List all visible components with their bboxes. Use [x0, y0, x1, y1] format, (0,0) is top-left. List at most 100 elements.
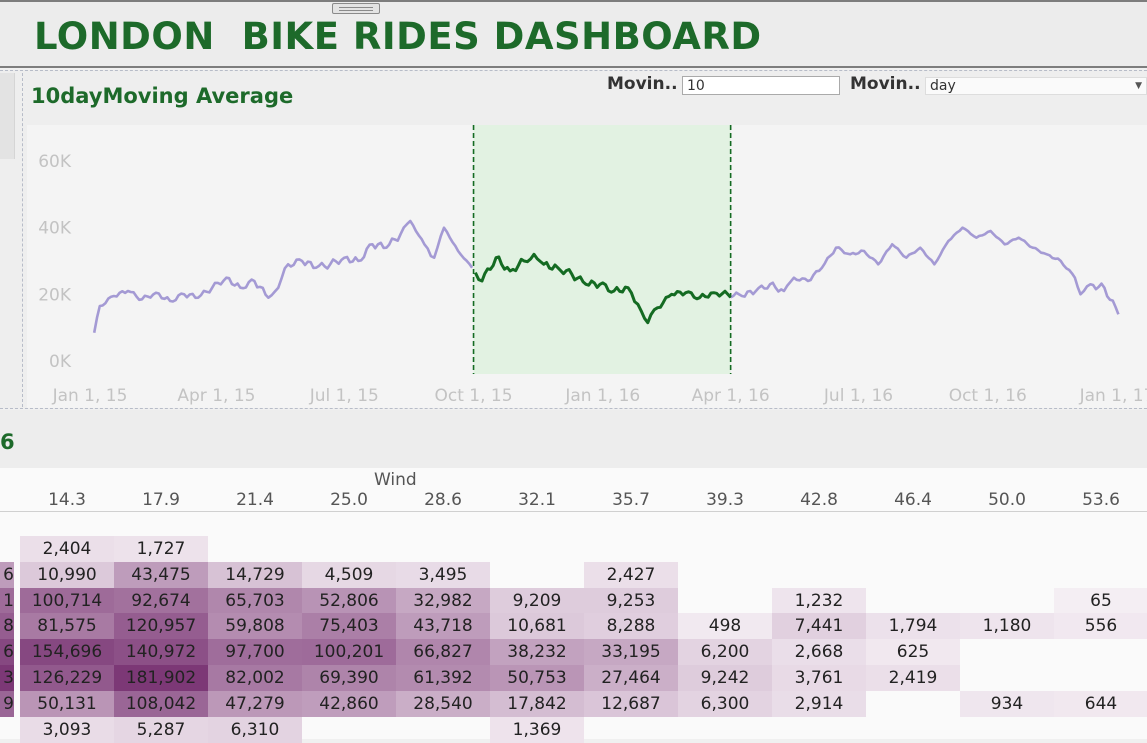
table-cell[interactable]: 934: [960, 690, 1054, 717]
table-cell[interactable]: 32,982: [396, 587, 490, 614]
table-cell[interactable]: [960, 665, 1054, 691]
table-cell[interactable]: 625: [866, 639, 960, 666]
table-cell[interactable]: 1,794: [866, 613, 960, 640]
table-cell[interactable]: 4,509: [302, 561, 396, 588]
table-cell[interactable]: 65,703: [208, 587, 302, 614]
column-header: 28.6: [424, 490, 462, 510]
table-cell[interactable]: 181,902: [114, 665, 208, 691]
table-cell[interactable]: [490, 536, 584, 562]
table-cell[interactable]: 1,180: [960, 613, 1054, 640]
table-cell[interactable]: [866, 536, 960, 562]
table-cell[interactable]: 2,419: [866, 665, 960, 691]
table-cell[interactable]: 2,404: [20, 536, 114, 562]
table-cell[interactable]: 65: [1054, 587, 1147, 614]
table-cell[interactable]: 75,403: [302, 613, 396, 640]
table-cell[interactable]: [208, 536, 302, 562]
x-tick-label: Apr 1, 16: [692, 386, 770, 406]
table-cell[interactable]: 3,761: [772, 665, 866, 691]
table-cell[interactable]: 43,718: [396, 613, 490, 640]
table-cell[interactable]: [1054, 536, 1147, 562]
table-cell[interactable]: 2,668: [772, 639, 866, 666]
table-cell[interactable]: 50,131: [20, 690, 114, 717]
table-cell[interactable]: [1054, 562, 1147, 588]
moving-unit-dropdown[interactable]: day ▼: [925, 77, 1147, 95]
table-cell[interactable]: 81,575: [20, 613, 114, 640]
table-cell[interactable]: [1054, 665, 1147, 691]
column-header: 46.4: [894, 490, 932, 510]
table-cell[interactable]: 38,232: [490, 639, 584, 666]
table-cell[interactable]: 126,229: [20, 665, 114, 691]
table-cell[interactable]: 28,540: [396, 690, 490, 717]
table-cell[interactable]: 120,957: [114, 613, 208, 640]
table-cell[interactable]: 82,002: [208, 665, 302, 691]
table-cell[interactable]: [960, 562, 1054, 588]
table-cell[interactable]: 47,279: [208, 690, 302, 717]
table-cell[interactable]: [866, 588, 960, 614]
table-cell[interactable]: 100,714: [20, 587, 114, 614]
table-cell[interactable]: [396, 536, 490, 562]
table-cell[interactable]: 50,753: [490, 665, 584, 691]
table-cell[interactable]: [866, 691, 960, 717]
table-cell[interactable]: 27,464: [584, 665, 678, 691]
table-cell[interactable]: 108,042: [114, 690, 208, 717]
table-cell[interactable]: 61,392: [396, 665, 490, 691]
table-cell[interactable]: 66,827: [396, 639, 490, 666]
table-cell[interactable]: 2,914: [772, 690, 866, 717]
table-cell[interactable]: [302, 536, 396, 562]
table-cell[interactable]: 556: [1054, 613, 1147, 640]
table-cell[interactable]: [678, 536, 772, 562]
row-label: 9: [0, 690, 14, 717]
table-cell[interactable]: 9,253: [584, 587, 678, 614]
table-cell[interactable]: [678, 588, 772, 614]
table-cell[interactable]: 6,200: [678, 639, 772, 666]
panel-side-strip: [0, 73, 15, 159]
table-cell[interactable]: 8,288: [584, 613, 678, 640]
table-cell[interactable]: 10,681: [490, 613, 584, 640]
table-cell[interactable]: 52,806: [302, 587, 396, 614]
table-cell[interactable]: 644: [1054, 690, 1147, 717]
y-tick-label: 0K: [49, 352, 72, 372]
table-cell[interactable]: 2,427: [584, 561, 678, 588]
table-cell[interactable]: 3,495: [396, 561, 490, 588]
table-cell[interactable]: 92,674: [114, 587, 208, 614]
table-cell[interactable]: [584, 536, 678, 562]
table-cell[interactable]: 69,390: [302, 665, 396, 691]
table-cell[interactable]: 498: [678, 613, 772, 640]
highlight-band: [473, 125, 731, 374]
moving-unit-value: day: [930, 78, 956, 94]
table-cell[interactable]: 140,972: [114, 639, 208, 666]
row-label: 3: [0, 665, 14, 691]
table-cell[interactable]: [678, 562, 772, 588]
table-cell[interactable]: 17,842: [490, 690, 584, 717]
header-divider: [0, 511, 1147, 512]
column-header: 39.3: [706, 490, 744, 510]
row-label: [0, 536, 14, 562]
table-cell[interactable]: 42,860: [302, 690, 396, 717]
table-cell[interactable]: 59,808: [208, 613, 302, 640]
table-cell[interactable]: 97,700: [208, 639, 302, 666]
table-cell[interactable]: 10,990: [20, 561, 114, 588]
table-cell[interactable]: 1,232: [772, 587, 866, 614]
table-cell[interactable]: 43,475: [114, 561, 208, 588]
table-cell[interactable]: 9,242: [678, 665, 772, 691]
table-cell[interactable]: 33,195: [584, 639, 678, 666]
table-cell[interactable]: [1054, 639, 1147, 665]
table-cell[interactable]: 1,727: [114, 536, 208, 562]
table-cell[interactable]: [490, 562, 584, 588]
table-cell[interactable]: [772, 536, 866, 562]
table-cell[interactable]: 7,441: [772, 613, 866, 640]
table-cell[interactable]: 100,201: [302, 639, 396, 666]
table-cell[interactable]: [772, 562, 866, 588]
table-cell[interactable]: 6,300: [678, 690, 772, 717]
moving-value-input[interactable]: [682, 76, 840, 95]
table-cell[interactable]: [960, 536, 1054, 562]
table-cell[interactable]: [960, 639, 1054, 665]
table-cell[interactable]: 14,729: [208, 561, 302, 588]
table-cell[interactable]: 12,687: [584, 690, 678, 717]
table-cell[interactable]: [866, 562, 960, 588]
table-cell[interactable]: [960, 588, 1054, 614]
table-cell[interactable]: 154,696: [20, 639, 114, 666]
moving-average-chart[interactable]: 0K 20K 40K 60K Jan 1, 15 Apr 1, 15 Jul 1, 15 O…: [27, 125, 1147, 408]
table-cell[interactable]: 9,209: [490, 587, 584, 614]
row-label: 8: [0, 613, 14, 640]
